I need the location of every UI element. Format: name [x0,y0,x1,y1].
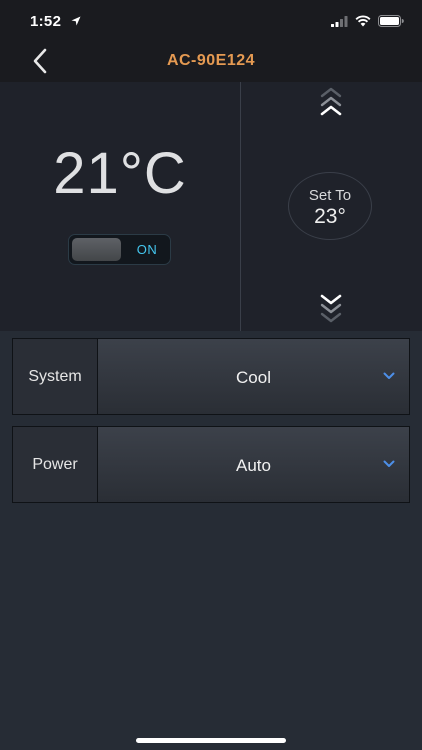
system-value: Cool [236,368,271,387]
setpoint-label: Set To [308,187,352,204]
home-indicator[interactable] [136,738,286,743]
chevron-down-icon [383,372,395,379]
nav-bar: AC-90E124 [0,40,422,82]
power-setting-row: Power Auto [12,426,410,503]
status-icons [331,14,404,28]
toggle-state-label: ON [136,242,158,257]
system-setting-row: System Cool [12,338,410,415]
decrease-temperature-button[interactable] [316,290,346,328]
toggle-knob [72,238,121,261]
thermostat-panel: 21°C ON Set To 23° [0,82,422,331]
power-label: Power [13,427,98,502]
setpoint-value: 23° [314,205,346,228]
power-value: Auto [236,456,271,475]
wifi-icon [355,15,371,27]
chevron-down-icon [383,460,395,467]
chevrons-down-icon [320,294,342,323]
increase-temperature-button[interactable] [316,86,346,122]
panel-divider [240,82,241,331]
system-dropdown[interactable]: Cool [98,339,409,414]
power-toggle[interactable]: ON [68,234,171,265]
system-label: System [13,339,98,414]
location-arrow-icon [71,16,81,26]
power-dropdown[interactable]: Auto [98,427,409,502]
device-title: AC-90E124 [166,52,256,69]
signal-icon [331,15,348,27]
status-time: 1:52 [30,13,62,30]
current-temperature: 21°C [53,141,187,206]
chevrons-up-icon [320,87,342,116]
status-bar: 1:52 [0,0,422,40]
battery-icon [378,15,404,27]
setpoint-display: Set To 23° [288,172,372,240]
